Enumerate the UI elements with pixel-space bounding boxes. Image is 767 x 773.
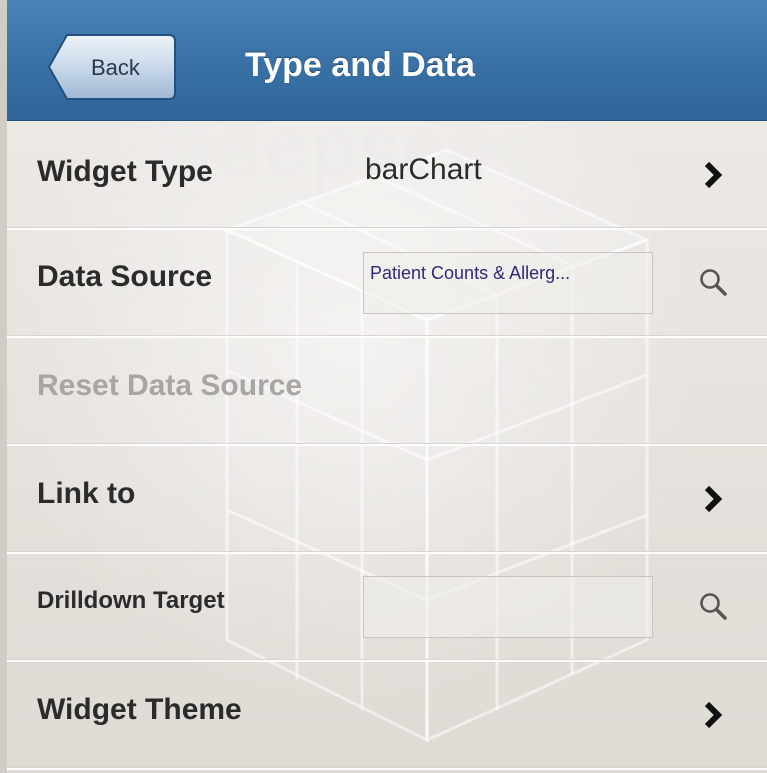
link-to-label: Link to [37,477,136,510]
reset-data-source-label: Reset Data Source [37,369,303,402]
search-icon[interactable] [697,590,729,622]
page-title: Type and Data [245,46,475,84]
row-drilldown-target: Drilldown Target [7,552,767,662]
search-icon[interactable] [697,266,729,298]
data-source-label: Data Source [37,260,213,293]
row-reset-data-source[interactable]: Reset Data Source [7,336,767,446]
row-widget-type[interactable]: Widget Type barChart [7,120,767,230]
row-widget-theme[interactable]: Widget Theme [7,660,767,770]
widget-theme-label: Widget Theme [37,693,242,726]
drilldown-target-label: Drilldown Target [37,587,225,614]
nav-header: Back Type and Data [7,0,767,121]
widget-type-value: barChart [365,153,482,186]
row-link-to[interactable]: Link to [7,444,767,554]
widget-type-label: Widget Type [37,155,213,188]
back-button-label: Back [91,55,140,80]
data-source-field[interactable]: Patient Counts & Allerg... [363,252,653,314]
back-button[interactable]: Back [47,33,177,101]
data-source-value: Patient Counts & Allerg... [370,263,571,283]
row-data-source: Data Source Patient Counts & Allerg... [7,228,767,338]
chevron-right-icon [704,485,723,513]
drilldown-target-field[interactable] [363,576,653,638]
chevron-right-icon [704,701,723,729]
chevron-right-icon [704,161,723,189]
